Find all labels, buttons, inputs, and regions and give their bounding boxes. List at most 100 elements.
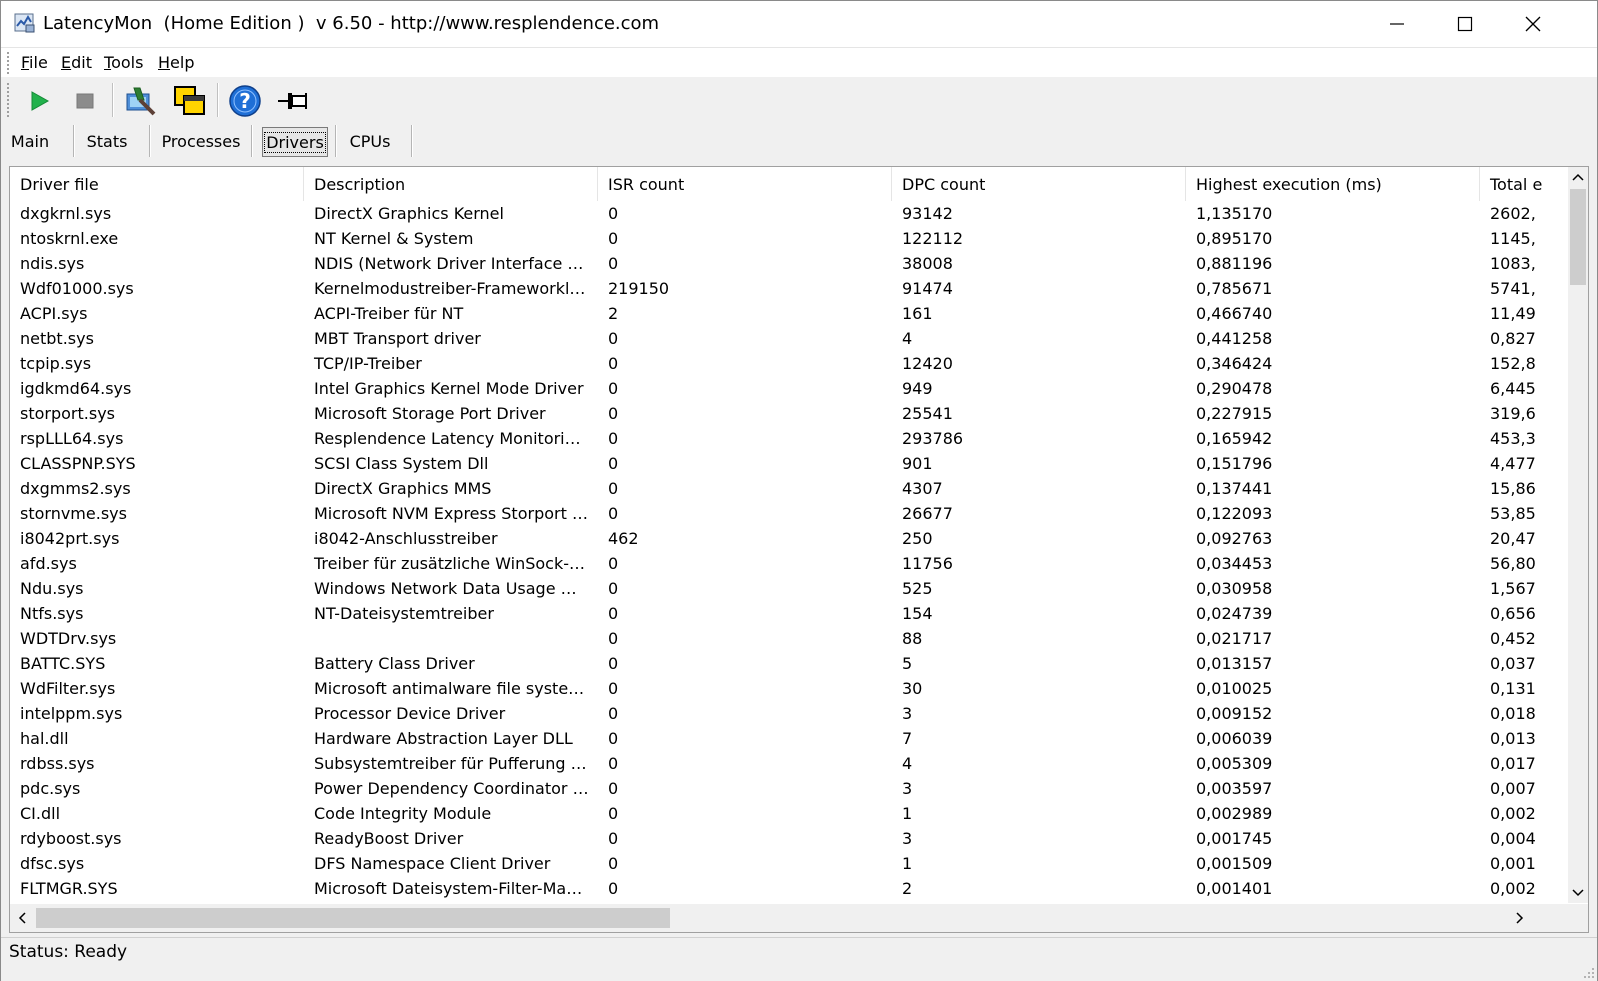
stop-button[interactable] [67,83,103,119]
resize-grip-icon[interactable] [1581,965,1595,979]
table-row[interactable]: BATTC.SYS Battery Class Driver 0 5 0,013157 0… [10,651,1568,676]
cell-description: Code Integrity Module [314,804,492,823]
cell-highest-execution: 0,001745 [1196,829,1273,848]
table-row[interactable]: storport.sys Microsoft Storage Port Drive… [10,401,1568,426]
column-header-driver-file[interactable]: Driver file [10,167,304,201]
minimize-icon [1390,23,1404,25]
vertical-scroll-thumb[interactable] [1570,189,1586,285]
cell-highest-execution: 1,135170 [1196,204,1273,223]
cell-description: Microsoft antimalware file system filt… [314,679,598,698]
vertical-scrollbar[interactable] [1568,167,1588,903]
cell-highest-execution: 0,122093 [1196,504,1273,523]
table-row[interactable]: netbt.sys MBT Transport driver 0 4 0,441258 0… [10,326,1568,351]
svg-text:?: ? [239,89,251,113]
cell-isr-count: 0 [608,729,619,748]
tab-cpus[interactable]: CPUs [345,127,395,155]
table-row[interactable]: Wdf01000.sys Kernelmodustreiber-Framework… [10,276,1568,301]
menu-tools[interactable]: Tools [104,53,143,72]
cell-dpc-count: 293786 [902,429,964,448]
table-row[interactable]: ntoskrnl.exe NT Kernel & System 0 122112 0,8… [10,226,1568,251]
toolbar-grip[interactable] [7,83,12,117]
tab-stats[interactable]: Stats [83,127,131,155]
cell-driver-file: BATTC.SYS [20,654,106,673]
title-bar[interactable]: LatencyMon (Home Edition ) v 6.50 - http… [1,1,1597,47]
table-row[interactable]: CLASSPNP.SYS SCSI Class System Dll 0 901 0,1… [10,451,1568,476]
cell-dpc-count: 154 [902,604,933,623]
cell-dpc-count: 949 [902,379,933,398]
start-button[interactable] [21,83,57,119]
cell-dpc-count: 88 [902,629,923,648]
tab-main[interactable]: Main [9,127,51,155]
menu-help[interactable]: Help [158,53,194,72]
table-row[interactable]: dxgkrnl.sys DirectX Graphics Kernel 0 93142… [10,201,1568,226]
column-header-isr-count[interactable]: ISR count [598,167,892,201]
table-row[interactable]: FLTMGR.SYS Microsoft Dateisystem-Filter-M… [10,876,1568,901]
cell-description: ACPI-Treiber für NT [314,304,464,323]
tab-drivers[interactable]: Drivers [262,127,328,157]
table-row[interactable]: tcpip.sys TCP/IP-Treiber 0 12420 0,346424 152… [10,351,1568,376]
pin-button[interactable] [275,83,311,119]
analyzer-icon [126,87,156,116]
cell-isr-count: 0 [608,204,619,223]
scroll-up-button[interactable] [1568,167,1588,187]
table-row[interactable]: pdc.sys Power Dependency Coordinator Driv… [10,776,1568,801]
table-row[interactable]: CI.dll Code Integrity Module 0 1 0,002989 0,0… [10,801,1568,826]
table-row[interactable]: igdkmd64.sys Intel Graphics Kernel Mode D… [10,376,1568,401]
table-row[interactable]: rdbss.sys Subsystemtreiber für Pufferung … [10,751,1568,776]
cell-total-execution: 0,001 [1490,854,1536,873]
column-header-total-execution[interactable]: Total e [1480,167,1568,201]
scroll-left-button[interactable] [12,908,32,928]
column-header-description[interactable]: Description [304,167,598,201]
cell-highest-execution: 0,092763 [1196,529,1273,548]
table-row[interactable]: WdFilter.sys Microsoft antimalware file s… [10,676,1568,701]
table-row[interactable]: dxgmms2.sys DirectX Graphics MMS 0 4307 0,13… [10,476,1568,501]
column-header-row: Driver file Description ISR count DPC co… [10,167,1568,201]
horizontal-scrollbar[interactable] [10,904,1588,932]
menu-file[interactable]: File [21,53,48,72]
minimize-button[interactable] [1363,1,1431,47]
table-row[interactable]: dfsc.sys DFS Namespace Client Driver 0 1 0,0… [10,851,1568,876]
column-header-highest-execution[interactable]: Highest execution (ms) [1186,167,1480,201]
menu-edit[interactable]: Edit [61,53,92,72]
cell-highest-execution: 0,003597 [1196,779,1273,798]
cell-highest-execution: 0,006039 [1196,729,1273,748]
cell-total-execution: 15,86 [1490,479,1536,498]
scroll-down-button[interactable] [1568,883,1588,903]
cell-total-execution: 152,8 [1490,354,1536,373]
table-row[interactable]: stornvme.sys Microsoft NVM Express Storpo… [10,501,1568,526]
cell-driver-file: ntoskrnl.exe [20,229,119,248]
drivers-list[interactable]: Driver file Description ISR count DPC co… [9,166,1589,933]
cell-dpc-count: 25541 [902,404,953,423]
table-row[interactable]: WDTDrv.sys 0 88 0,021717 0,452 [10,626,1568,651]
horizontal-scroll-thumb[interactable] [36,908,670,928]
cell-highest-execution: 0,009152 [1196,704,1273,723]
table-row[interactable]: hal.dll Hardware Abstraction Layer DLL 0 7 0… [10,726,1568,751]
table-row[interactable]: Ntfs.sys NT-Dateisystemtreiber 0 154 0,02473… [10,601,1568,626]
cell-description: NT Kernel & System [314,229,474,248]
windows-button[interactable] [171,83,207,119]
cell-highest-execution: 0,024739 [1196,604,1273,623]
menu-grip[interactable] [7,52,12,74]
table-row[interactable]: ndis.sys NDIS (Network Driver Interface S… [10,251,1568,276]
cell-driver-file: dfsc.sys [20,854,85,873]
cell-total-execution: 0,013 [1490,729,1536,748]
close-button[interactable] [1499,1,1567,47]
cell-highest-execution: 0,290478 [1196,379,1273,398]
status-text: Status: Ready [9,942,128,962]
table-row[interactable]: rspLLL64.sys Resplendence Latency Monitor… [10,426,1568,451]
tab-separator [251,125,253,157]
maximize-button[interactable] [1431,1,1499,47]
analyzer-button[interactable] [123,83,159,119]
scroll-right-button[interactable] [1510,908,1530,928]
table-row[interactable]: Ndu.sys Windows Network Data Usage Monit…… [10,576,1568,601]
help-button[interactable]: ? [227,83,263,119]
column-header-dpc-count[interactable]: DPC count [892,167,1186,201]
table-row[interactable]: rdyboost.sys ReadyBoost Driver 0 3 0,001745 0… [10,826,1568,851]
table-row[interactable]: i8042prt.sys i8042-Anschlusstreiber 462 250… [10,526,1568,551]
tab-processes[interactable]: Processes [159,127,243,155]
table-row[interactable]: intelppm.sys Processor Device Driver 0 3 0,0… [10,701,1568,726]
table-row[interactable]: afd.sys Treiber für zusätzliche WinSock-F… [10,551,1568,576]
cell-dpc-count: 26677 [902,504,953,523]
cell-description: MBT Transport driver [314,329,481,348]
table-row[interactable]: ACPI.sys ACPI-Treiber für NT 2 161 0,466740 1… [10,301,1568,326]
